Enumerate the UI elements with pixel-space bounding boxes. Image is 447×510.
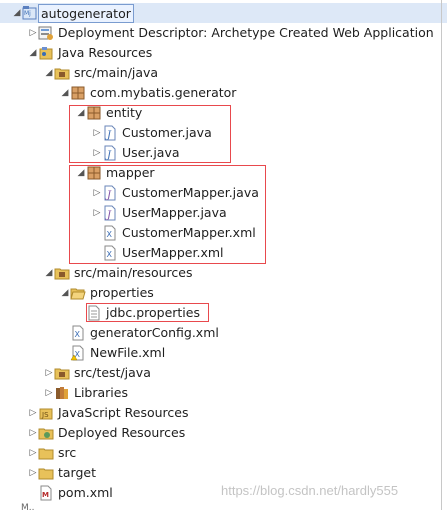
tree-item-label: src/test/java [74, 365, 151, 380]
collapse-arrow-icon[interactable]: ◢ [44, 263, 54, 283]
tree-item[interactable]: ◢ src/main/java [0, 63, 447, 83]
tree-item-label: Deployed Resources [58, 425, 186, 440]
expand-arrow-icon[interactable]: ▷ [28, 403, 38, 423]
svg-text:X: X [75, 330, 81, 339]
tree-item-label: target [58, 465, 97, 480]
folder-icon [38, 445, 54, 461]
package-icon [70, 85, 86, 101]
tree-item-label: pom.xml [58, 485, 113, 500]
expand-arrow-icon[interactable]: ▷ [28, 443, 38, 463]
maven-pom-icon: M [38, 485, 54, 501]
tree-item-label: properties [90, 285, 154, 300]
expand-arrow-icon[interactable]: ▷ [28, 463, 38, 483]
tree-item-label: generatorConfig.xml [90, 325, 219, 340]
expand-arrow-icon[interactable]: ▷ [28, 423, 38, 443]
tree-item[interactable]: ▷ Deployed Resources [0, 423, 447, 443]
tree-item[interactable]: ◢ com.mybatis.generator [0, 83, 447, 103]
expand-arrow-icon[interactable]: ▷ [44, 383, 54, 403]
folder-icon [38, 465, 54, 481]
expand-arrow-icon[interactable]: ▷ [44, 363, 54, 383]
svg-text:JS: JS [41, 411, 49, 419]
tree-item[interactable]: jdbc.properties [0, 303, 447, 323]
java-project-icon: Mj [22, 5, 38, 21]
tree-item[interactable]: ▷ Libraries [0, 383, 447, 403]
tree-item-label: Java Resources [58, 45, 153, 60]
tree-item[interactable]: XgeneratorConfig.xml [0, 323, 447, 343]
partial-row-icon: M.. [21, 503, 35, 510]
jdbc-properties-highlight-box [86, 303, 209, 322]
tree-item-label: src/main/java [74, 65, 159, 80]
collapse-arrow-icon[interactable]: ◢ [60, 83, 70, 103]
tree-item-label: JavaScript Resources [58, 405, 189, 420]
tree-item-label: com.mybatis.generator [90, 85, 237, 100]
tree-item[interactable]: ▷ src [0, 443, 447, 463]
entity-highlight-box [69, 105, 231, 163]
tree-item[interactable]: ▷ Deployment Descriptor: Archetype Create… [0, 23, 447, 43]
tree-item-label: Deployment Descriptor: Archetype Created… [58, 25, 434, 40]
collapse-arrow-icon[interactable]: ◢ [28, 43, 38, 63]
java-resources-icon [38, 45, 54, 61]
tree-item-label: autogenerator [38, 4, 134, 23]
tree-item-label: NewFile.xml [90, 345, 166, 360]
source-folder-icon [54, 365, 70, 381]
panel-border [441, 0, 442, 510]
expand-arrow-icon[interactable]: ▷ [28, 23, 38, 43]
tree-item-label: src/main/resources [74, 265, 193, 280]
tree-item[interactable]: ◢ Java Resources [0, 43, 447, 63]
deployed-resources-icon [38, 425, 54, 441]
svg-text:M: M [42, 491, 49, 499]
tree-item[interactable]: ▷ target [0, 463, 447, 483]
mapper-highlight-box [69, 165, 266, 264]
tree-item-label: Libraries [74, 385, 128, 400]
collapse-arrow-icon[interactable]: ◢ [44, 63, 54, 83]
tree-item[interactable]: ◢ Mj autogenerator [0, 3, 447, 23]
tree-item[interactable]: ▷ src/test/java [0, 363, 447, 383]
collapse-arrow-icon[interactable]: ◢ [12, 3, 22, 23]
xml-warning-icon: X [70, 345, 86, 361]
xml-file-icon: X [70, 325, 86, 341]
tree-item[interactable]: ◢ properties [0, 283, 447, 303]
collapse-arrow-icon[interactable]: ◢ [60, 283, 70, 303]
svg-text:Mj: Mj [24, 10, 31, 17]
javascript-resources-icon: JS [38, 405, 54, 421]
tree-item[interactable]: ▷ JS JavaScript Resources [0, 403, 447, 423]
source-folder-icon [54, 265, 70, 281]
deployment-descriptor-icon [38, 25, 54, 41]
watermark: https://blog.csdn.net/hardly555 [221, 483, 399, 498]
tree-item[interactable]: X NewFile.xml [0, 343, 447, 363]
source-folder-icon [54, 65, 70, 81]
open-folder-icon [70, 285, 86, 301]
tree-item[interactable]: ◢ src/main/resources [0, 263, 447, 283]
tree-item-label: src [58, 445, 77, 460]
libraries-icon [54, 385, 70, 401]
